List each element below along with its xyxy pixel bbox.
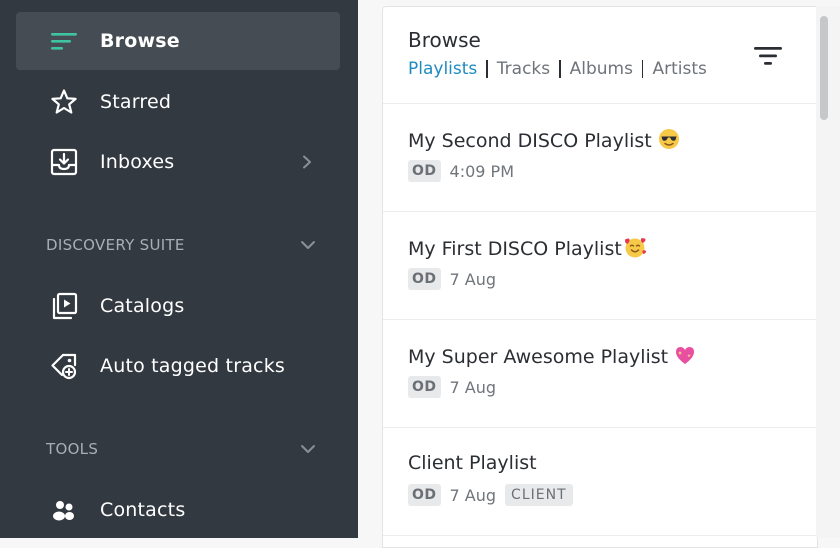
sidebar-item-label: Contacts [100, 499, 186, 521]
playlist-title-text: My First DISCO Playlist [408, 238, 622, 260]
filter-icon[interactable] [752, 43, 784, 69]
tab-albums[interactable]: Albums [570, 59, 633, 79]
client-badge: CLIENT [505, 484, 573, 506]
inbox-download-icon [50, 148, 78, 176]
sidebar: Browse Starred Inboxes DISCOVERY SUITE C… [0, 0, 358, 538]
smiling-hearts-emoji-icon [624, 237, 646, 258]
owner-badge: OD [408, 484, 441, 506]
chevron-down-icon [301, 241, 315, 249]
tab-playlists[interactable]: Playlists [408, 59, 477, 79]
playlist-time: 7 Aug [449, 269, 497, 289]
tag-plus-icon [51, 353, 77, 380]
sidebar-item-label: Starred [100, 91, 172, 113]
contacts-icon [53, 501, 74, 521]
panel-header: Browse Playlists Tracks Albums Artists [383, 7, 817, 104]
section-tools[interactable]: TOOLS [46, 437, 318, 461]
sidebar-item-label: Inboxes [100, 151, 175, 173]
sidebar-item-label: Browse [100, 30, 180, 52]
sidebar-item-inboxes[interactable]: Inboxes [16, 132, 340, 192]
playlist-meta: OD 7 Aug CLIENT [408, 484, 582, 506]
playlist-title: My First DISCO Playlist [408, 236, 647, 260]
playlist-title-text: My Super Awesome Playlist [408, 346, 669, 368]
playlist-meta: OD 4:09 PM [408, 160, 514, 182]
playlist-title: Client Playlist [408, 452, 537, 474]
tab-artists[interactable]: Artists [652, 59, 706, 79]
list-item[interactable]: Client Playlist OD 7 Aug CLIENT [383, 428, 817, 536]
catalog-play-icon [52, 292, 78, 320]
sidebar-item-browse[interactable]: Browse [16, 12, 340, 70]
list-item[interactable]: My First DISCO Playlist OD 7 Aug [383, 212, 817, 320]
section-discovery-suite[interactable]: DISCOVERY SUITE [46, 233, 318, 257]
owner-badge: OD [408, 160, 441, 182]
playlist-time: 7 Aug [449, 485, 497, 505]
list-item[interactable]: My Super Awesome Playlist OD 7 Aug [383, 320, 817, 428]
sidebar-item-label: Auto tagged tracks [100, 355, 286, 377]
owner-badge: OD [408, 268, 441, 290]
tab-separator [486, 60, 488, 78]
tab-separator [641, 60, 644, 78]
sidebar-item-label: Catalogs [100, 295, 185, 317]
sidebar-item-catalogs[interactable]: Catalogs [16, 276, 340, 336]
playlist-meta: OD 7 Aug [408, 268, 496, 290]
playlist-title: My Second DISCO Playlist [408, 128, 680, 152]
browse-lines-icon [51, 33, 77, 50]
playlist-time: 7 Aug [449, 377, 497, 397]
playlist-time: 4:09 PM [449, 161, 514, 181]
page-title: Browse [408, 28, 481, 52]
playlist-meta: OD 7 Aug [408, 376, 496, 398]
star-icon [51, 89, 77, 114]
chevron-down-icon [301, 445, 315, 453]
sidebar-item-auto-tagged-tracks[interactable]: Auto tagged tracks [16, 336, 340, 396]
playlist-title: My Super Awesome Playlist [408, 344, 696, 368]
section-title: TOOLS [46, 440, 99, 458]
owner-badge: OD [408, 376, 441, 398]
section-title: DISCOVERY SUITE [46, 236, 185, 254]
sunglasses-emoji-icon [658, 129, 679, 149]
tab-tracks[interactable]: Tracks [497, 59, 550, 79]
list-item[interactable]: My Second DISCO Playlist OD 4:09 PM [383, 104, 817, 212]
sidebar-item-contacts[interactable]: Contacts [16, 480, 340, 540]
tab-separator [559, 60, 561, 78]
sidebar-item-starred[interactable]: Starred [16, 72, 340, 132]
browse-panel: Browse Playlists Tracks Albums Artists M… [382, 6, 818, 548]
browse-tabs: Playlists Tracks Albums Artists [408, 59, 707, 79]
sparkling-heart-emoji-icon [676, 347, 695, 364]
playlist-title-text: My Second DISCO Playlist [408, 130, 652, 152]
scrollbar-thumb[interactable] [820, 16, 828, 120]
chevron-right-icon [303, 155, 311, 169]
